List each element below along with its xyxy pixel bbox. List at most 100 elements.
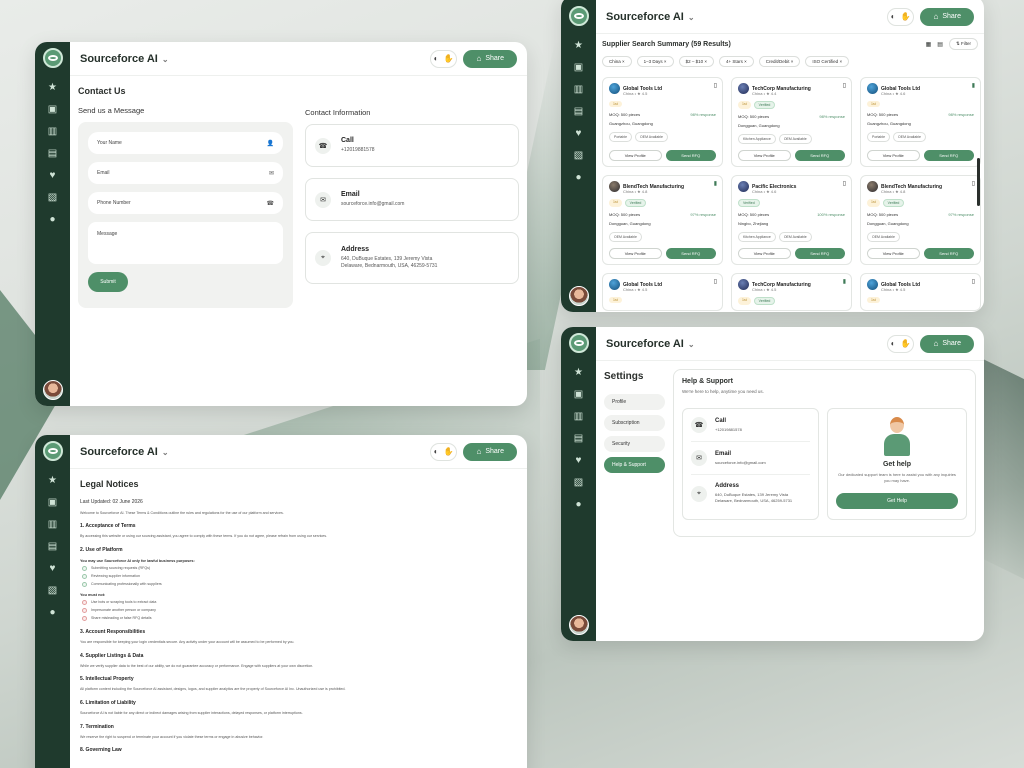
email-field[interactable]: Email ✉ <box>88 162 283 184</box>
chart-icon[interactable]: ▥ <box>47 519 59 531</box>
sun-icon[interactable]: ◐ <box>434 447 439 456</box>
bookmark-icon[interactable]: ▯ <box>714 278 717 285</box>
chart-icon[interactable]: ▥ <box>47 126 59 138</box>
app-logo[interactable] <box>568 333 589 353</box>
send-rfq-button[interactable]: Send RFQ <box>923 150 974 161</box>
help-email[interactable]: ✉ Email sourceforce.info@gmail.com <box>691 442 810 475</box>
share-button[interactable]: Share <box>463 49 517 68</box>
avatar[interactable] <box>43 380 63 400</box>
brand-title[interactable]: Sourceforce AI ⌄ <box>606 11 695 23</box>
supplier-card[interactable]: Global Tools Ltd China • ★ 4.5 ▯ 1st <box>860 273 981 311</box>
filter-chip[interactable]: China × <box>602 56 632 67</box>
heart-icon[interactable]: ♥ <box>47 563 59 575</box>
get-help-button[interactable]: Get Help <box>836 493 958 509</box>
close-icon[interactable]: × <box>790 59 794 64</box>
truck-icon[interactable]: ▤ <box>573 433 585 445</box>
view-profile-button[interactable]: View Profile <box>867 248 920 259</box>
supplier-card[interactable]: TechCorp Manufacturing China • ★ 4.4 ▯ 1st V… <box>731 77 852 167</box>
chat-icon[interactable]: ● <box>573 499 585 511</box>
sparkle-icon[interactable]: ★ <box>573 40 585 52</box>
chevron-down-icon[interactable]: ⌄ <box>162 448 169 457</box>
close-icon[interactable]: × <box>703 59 707 64</box>
view-profile-button[interactable]: View Profile <box>738 248 791 259</box>
scrollbar[interactable] <box>977 158 980 206</box>
scan-icon[interactable]: ▣ <box>47 497 59 509</box>
send-rfq-button[interactable]: Send RFQ <box>665 248 716 259</box>
message-field[interactable]: Message <box>88 222 283 264</box>
chart-icon[interactable]: ▥ <box>573 411 585 423</box>
submit-button[interactable]: Submit <box>88 272 128 292</box>
bookmark-icon[interactable]: ▯ <box>972 278 975 285</box>
filter-chip[interactable]: $2 – $10 × <box>678 56 714 67</box>
hand-icon[interactable]: ✋ <box>444 447 454 456</box>
theme-toggle[interactable]: ◐ ✋ <box>886 7 915 26</box>
brand-title[interactable]: Sourceforce AI ⌄ <box>606 338 695 350</box>
send-rfq-button[interactable]: Send RFQ <box>923 248 974 259</box>
call-card[interactable]: ☎ Call +12019881578 <box>305 124 519 167</box>
theme-toggle[interactable]: ◐ ✋ <box>429 442 458 461</box>
sparkle-icon[interactable]: ★ <box>47 82 59 94</box>
app-logo[interactable] <box>42 48 63 68</box>
view-profile-button[interactable]: View Profile <box>609 248 662 259</box>
supplier-card[interactable]: Global Tools Ltd China • ★ 4.6 ▮ 1st MOQ: 50… <box>860 77 981 167</box>
heart-icon[interactable]: ♥ <box>573 455 585 467</box>
sparkle-icon[interactable]: ★ <box>47 475 59 487</box>
document-icon[interactable]: ▧ <box>47 585 59 597</box>
supplier-card[interactable]: Global Tools Ltd China • ★ 4.5 ▯ 1st MOQ: 50… <box>602 77 723 167</box>
brand-title[interactable]: Sourceforce AI ⌄ <box>80 446 169 458</box>
view-profile-button[interactable]: View Profile <box>738 150 791 161</box>
close-icon[interactable]: × <box>663 59 667 64</box>
document-icon[interactable]: ▧ <box>573 477 585 489</box>
sparkle-icon[interactable]: ★ <box>573 367 585 379</box>
send-rfq-button[interactable]: Send RFQ <box>665 150 716 161</box>
supplier-card[interactable]: BlendTech Manufacturing China • ★ 4.8 ▯ 1st… <box>860 175 981 265</box>
chat-icon[interactable]: ● <box>47 607 59 619</box>
bookmark-icon[interactable]: ▯ <box>843 82 846 89</box>
truck-icon[interactable]: ▤ <box>47 148 59 160</box>
settings-nav-subscription[interactable]: Subscription <box>604 415 665 431</box>
grid-view-icon[interactable]: ▦ <box>926 41 932 48</box>
bookmark-icon[interactable]: ▯ <box>714 82 717 89</box>
truck-icon[interactable]: ▤ <box>47 541 59 553</box>
phone-field[interactable]: Phone Number ☎ <box>88 192 283 214</box>
document-icon[interactable]: ▧ <box>573 150 585 162</box>
close-icon[interactable]: × <box>621 59 625 64</box>
supplier-card[interactable]: Pacific Electronics China • ★ 4.6 ▯ Verifie… <box>731 175 852 265</box>
hand-icon[interactable]: ✋ <box>901 12 911 21</box>
share-button[interactable]: Share <box>463 442 517 461</box>
list-view-icon[interactable]: ▤ <box>937 41 943 48</box>
app-logo[interactable] <box>42 441 63 461</box>
chevron-down-icon[interactable]: ⌄ <box>688 340 695 349</box>
heart-icon[interactable]: ♥ <box>573 128 585 140</box>
supplier-card[interactable]: TechCorp Manufacturing China • ★ 4.5 ▮ 1st V… <box>731 273 852 311</box>
theme-toggle[interactable]: ◐ ✋ <box>429 49 458 68</box>
bookmark-icon[interactable]: ▯ <box>972 180 975 187</box>
theme-toggle[interactable]: ◐ ✋ <box>886 334 915 353</box>
bookmark-icon[interactable]: ▯ <box>843 180 846 187</box>
view-profile-button[interactable]: View Profile <box>867 150 920 161</box>
sun-icon[interactable]: ◐ <box>434 54 439 63</box>
email-card[interactable]: ✉ Email sourceforce.info@gmail.com <box>305 178 519 221</box>
chevron-down-icon[interactable]: ⌄ <box>688 13 695 22</box>
help-address[interactable]: ⌖ Address 640, DuBuque Estates, 139 Jerem… <box>691 475 810 512</box>
avatar[interactable] <box>569 615 589 635</box>
scan-icon[interactable]: ▣ <box>573 62 585 74</box>
help-call[interactable]: ☎ Call +12019881578 <box>691 409 810 442</box>
supplier-card[interactable]: BlendTech Manufacturing China • ★ 4.8 ▮ 1st… <box>602 175 723 265</box>
filter-chip[interactable]: Credit/Debit × <box>758 56 801 67</box>
hand-icon[interactable]: ✋ <box>901 339 911 348</box>
chat-icon[interactable]: ● <box>47 214 59 226</box>
close-icon[interactable]: × <box>838 59 842 64</box>
hand-icon[interactable]: ✋ <box>444 54 454 63</box>
truck-icon[interactable]: ▤ <box>573 106 585 118</box>
share-button[interactable]: Share <box>920 7 974 26</box>
send-rfq-button[interactable]: Send RFQ <box>794 150 845 161</box>
avatar[interactable] <box>569 286 589 306</box>
filter-button[interactable]: ⇅ Filter <box>948 38 978 50</box>
chat-icon[interactable]: ● <box>573 172 585 184</box>
filter-chip[interactable]: 4+ Stars × <box>718 56 754 67</box>
brand-title[interactable]: Sourceforce AI ⌄ <box>80 53 169 65</box>
scan-icon[interactable]: ▣ <box>47 104 59 116</box>
document-icon[interactable]: ▧ <box>47 192 59 204</box>
sun-icon[interactable]: ◐ <box>891 339 896 348</box>
